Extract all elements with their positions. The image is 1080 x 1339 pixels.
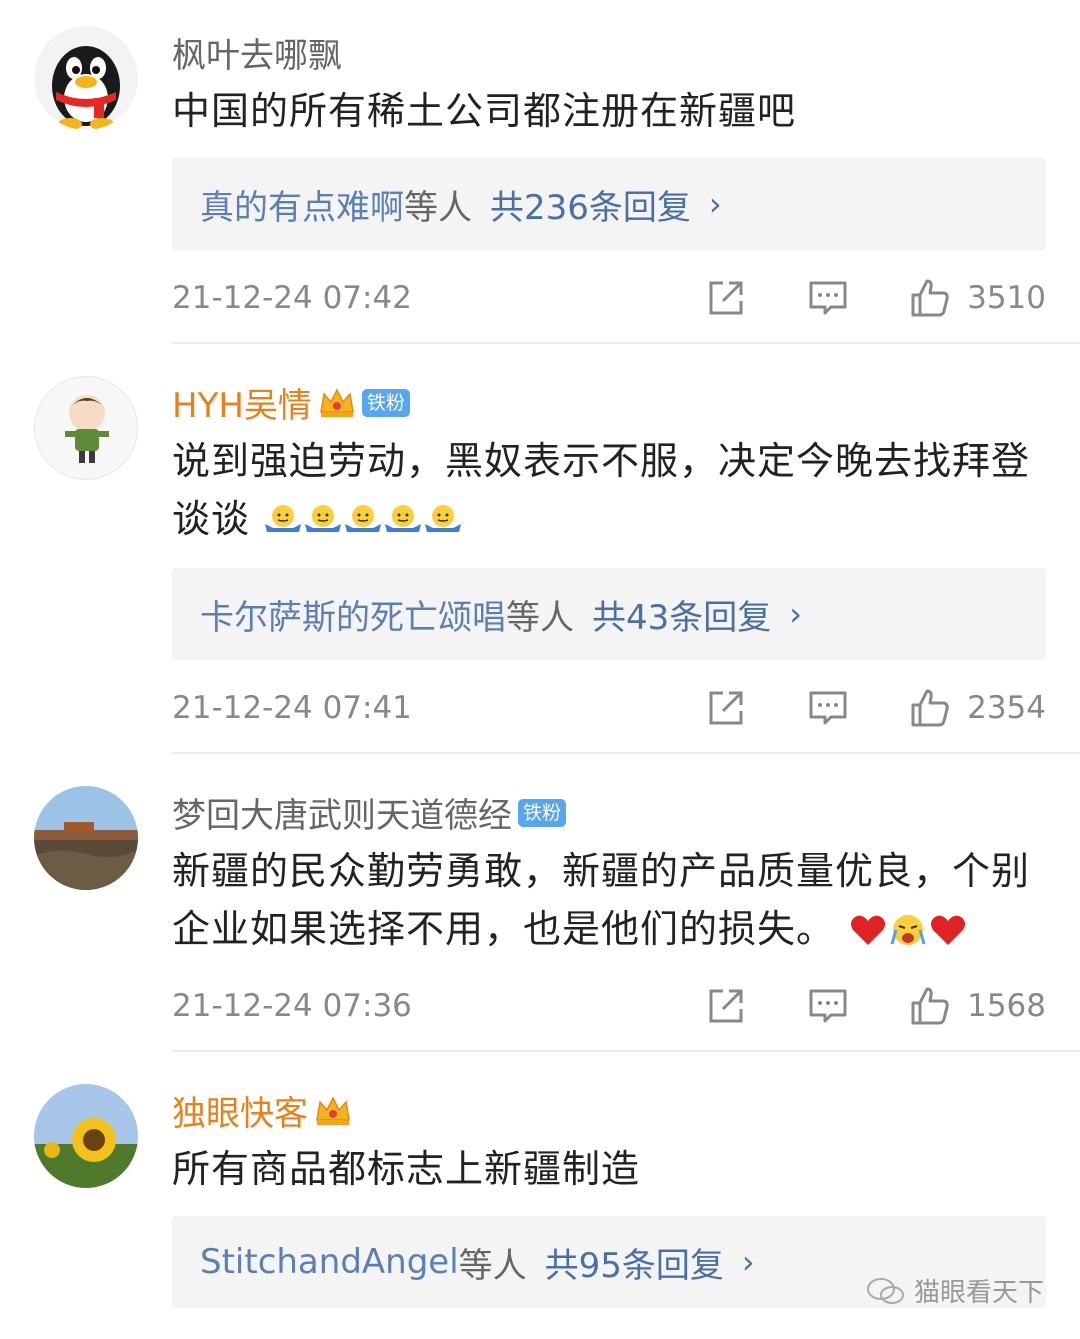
divider <box>172 752 1080 754</box>
comment-text: 说到强迫劳动，黑奴表示不服，决定今晚去找拜登谈谈 <box>172 432 1052 548</box>
crying-emoji-icon <box>890 915 926 945</box>
reply-suffix: 等人 <box>404 187 472 228</box>
comment-text: 中国的所有稀土公司都注册在新疆吧 <box>172 89 797 133</box>
reply-summary[interactable]: 卡尔萨斯的死亡颂唱 等人 共43条回复 › <box>172 568 1046 660</box>
comment-text: 新疆的民众勤劳勇敢，新疆的产品质量优良，个别企业如果选择不用，也是他们的损失。 <box>172 842 1052 958</box>
chevron-right-icon: › <box>741 1243 755 1281</box>
fan-badge: 铁粉 <box>518 798 567 827</box>
watermark-text: 猫眼看天下 <box>913 1278 1044 1308</box>
shrug-emoji-icon <box>345 505 382 532</box>
reply-count: 共95条回复 <box>544 1245 724 1286</box>
username[interactable]: 枫叶去哪飘 <box>172 28 342 77</box>
emoji-group <box>250 497 463 541</box>
reply-names: StitchandAngel <box>200 1242 459 1282</box>
username[interactable]: 梦回大唐武则天道德经 铁粉 <box>172 788 567 837</box>
share-icon[interactable] <box>705 985 747 1027</box>
heart-icon <box>851 915 886 945</box>
username-text: 梦回大唐武则天道德经 <box>172 796 512 836</box>
chevron-right-icon: › <box>708 185 722 223</box>
comment-meta: 21-12-24 07:42 3510 <box>172 273 1046 323</box>
cartoon-boy-avatar-icon <box>65 395 109 463</box>
comment-icon[interactable] <box>807 277 849 319</box>
comment-text: 所有商品都标志上新疆制造 <box>172 1147 641 1191</box>
share-icon[interactable] <box>705 687 747 729</box>
timestamp: 21-12-24 07:42 <box>172 280 412 316</box>
emoji-group <box>835 907 968 951</box>
avatar[interactable] <box>34 786 138 890</box>
avatar[interactable] <box>34 26 138 130</box>
username-text: 独眼快客 <box>172 1094 308 1134</box>
reply-count: 共236条回复 <box>490 187 691 228</box>
heart-icon <box>931 915 966 945</box>
watermark: 猫眼看天下 <box>866 1272 1044 1309</box>
like-icon[interactable] <box>909 687 951 729</box>
shrug-emoji-icon <box>265 505 302 532</box>
chevron-right-icon: › <box>789 595 803 633</box>
action-bar: 2354 <box>705 687 1046 729</box>
comment-meta: 21-12-24 07:41 2354 <box>172 683 1046 733</box>
like-count: 2354 <box>967 690 1046 726</box>
reply-count: 共43条回复 <box>592 597 772 638</box>
reply-suffix: 等人 <box>506 597 574 638</box>
action-bar: 3510 <box>705 277 1046 319</box>
timestamp: 21-12-24 07:41 <box>172 690 412 726</box>
crown-icon <box>320 387 354 417</box>
reply-suffix: 等人 <box>458 1245 527 1286</box>
avatar[interactable] <box>34 1084 138 1188</box>
avatar[interactable] <box>34 376 138 480</box>
action-bar: 1568 <box>705 985 1046 1027</box>
crown-icon <box>316 1095 350 1125</box>
reply-summary[interactable]: 真的有点难啊 等人 共236条回复 › <box>172 158 1046 250</box>
comment-meta: 21-12-24 07:36 1568 <box>172 981 1046 1031</box>
share-icon[interactable] <box>705 277 747 319</box>
username[interactable]: HYH吴情 铁粉 <box>172 378 410 427</box>
penguin-avatar-icon <box>34 26 138 130</box>
like-icon[interactable] <box>909 277 951 319</box>
reply-names: 卡尔萨斯的死亡颂唱 <box>200 597 506 638</box>
landscape-avatar-icon <box>34 786 138 890</box>
comment-icon[interactable] <box>807 985 849 1027</box>
fan-badge: 铁粉 <box>361 388 410 417</box>
sunflower-avatar-icon <box>34 1084 138 1188</box>
divider <box>172 1050 1080 1052</box>
shrug-emoji-icon <box>385 505 422 532</box>
timestamp: 21-12-24 07:36 <box>172 988 412 1024</box>
divider <box>172 342 1080 344</box>
like-count: 1568 <box>967 988 1046 1024</box>
like-icon[interactable] <box>909 985 951 1027</box>
comment-icon[interactable] <box>807 687 849 729</box>
shrug-emoji-icon <box>305 505 342 532</box>
reply-names: 真的有点难啊 <box>200 187 404 228</box>
username[interactable]: 独眼快客 <box>172 1086 352 1135</box>
shrug-emoji-icon <box>425 505 462 532</box>
wechat-icon <box>866 1277 904 1304</box>
username-text: 枫叶去哪飘 <box>172 36 342 76</box>
like-count: 3510 <box>967 280 1046 316</box>
username-text: HYH吴情 <box>172 386 312 426</box>
